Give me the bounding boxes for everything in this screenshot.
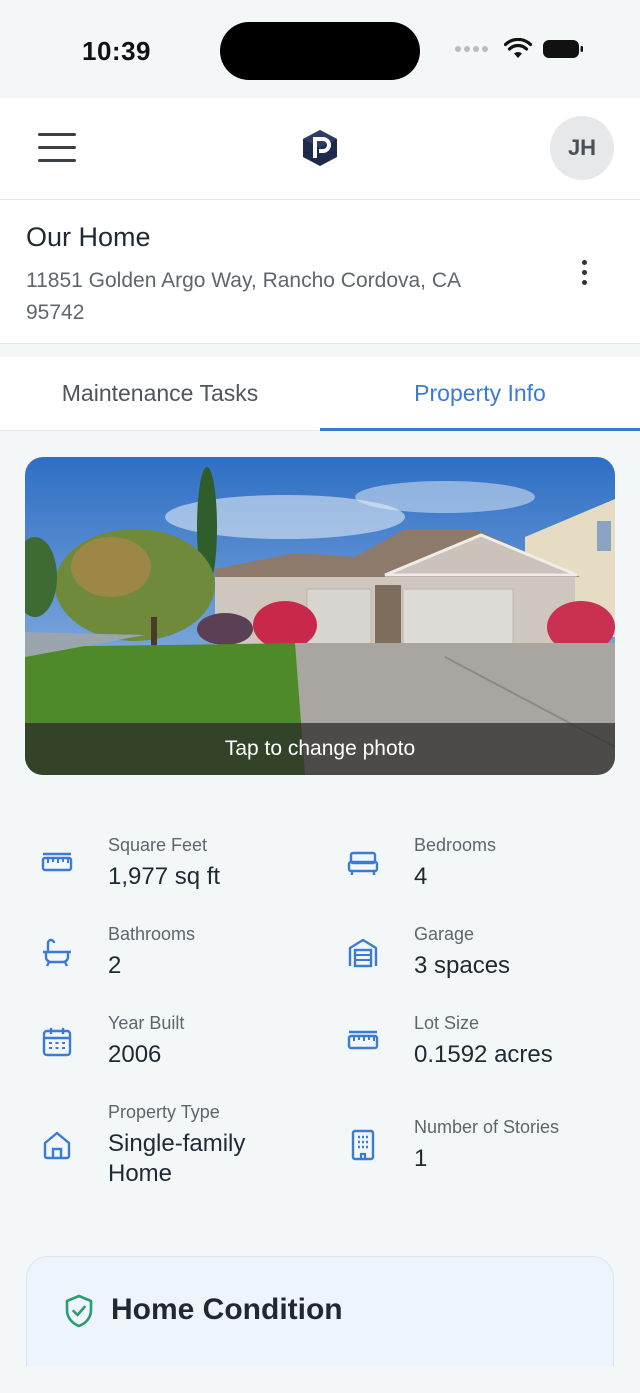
battery-icon: [543, 40, 583, 58]
house-icon: [43, 1131, 71, 1160]
info-label: Square Feet: [108, 835, 208, 855]
info-item-garage: Garage 3 spaces: [346, 908, 640, 997]
app-logo: [300, 128, 340, 168]
info-value: 1,977 sq ft: [108, 863, 221, 890]
info-item-square-feet: Square Feet 1,977 sq ft: [40, 819, 346, 908]
bathtub-icon: [43, 938, 71, 967]
avatar-initials: JH: [567, 135, 597, 160]
info-value: 1: [414, 1144, 428, 1172]
app-header: JH: [0, 98, 640, 200]
menu-button[interactable]: [38, 133, 76, 163]
home-condition-card[interactable]: Home Condition: [26, 1256, 614, 1366]
ruler-icon: [347, 1030, 379, 1049]
info-label: Bedrooms: [414, 835, 497, 855]
info-item-number-of-stories: Number of Stories 1: [346, 1086, 640, 1204]
signal-icon: [455, 46, 488, 52]
info-item-lot-size: Lot Size 0.1592 acres: [346, 997, 640, 1086]
ruler-icon: [41, 852, 73, 871]
info-value: Single-family Home: [108, 1129, 246, 1187]
tab-bar: Maintenance Tasks Property Info: [0, 357, 640, 431]
status-bar: 10:39: [0, 0, 640, 98]
building-icon: [351, 1129, 375, 1161]
tab-property-info[interactable]: Property Info: [320, 357, 640, 431]
info-label: Property Type: [108, 1101, 220, 1122]
info-item-bathrooms: Bathrooms 2: [40, 908, 346, 997]
info-value: 2006: [108, 1041, 162, 1068]
spacer: [0, 344, 640, 357]
home-title: Our Home: [26, 222, 151, 252]
status-time: 10:39: [82, 36, 151, 66]
avatar[interactable]: JH: [550, 116, 614, 180]
info-value: 3 spaces: [414, 952, 511, 979]
home-card: Our Home 11851 Golden Argo Way, Rancho C…: [0, 200, 640, 344]
info-value: 2: [108, 952, 122, 979]
info-label: Garage: [414, 924, 475, 944]
info-value: 4: [414, 863, 428, 890]
info-item-property-type: Property Type Single-family Home: [40, 1086, 346, 1204]
info-item-bedrooms: Bedrooms 4: [346, 819, 640, 908]
bed-icon: [347, 851, 379, 875]
status-indicators: [455, 38, 584, 60]
change-photo-overlay[interactable]: Tap to change photo: [25, 723, 615, 775]
tab-maintenance-tasks[interactable]: Maintenance Tasks: [0, 357, 320, 430]
property-info-grid: Square Feet 1,977 sq ft Bedrooms 4 Bathr…: [0, 775, 640, 1204]
info-label: Number of Stories: [414, 1116, 560, 1137]
home-condition-title: Home Condition: [111, 1293, 343, 1326]
property-photo[interactable]: Tap to change photo: [25, 457, 615, 775]
garage-icon: [348, 938, 378, 967]
wifi-icon: [504, 38, 532, 58]
info-label: Year Built: [108, 1013, 185, 1033]
info-item-year-built: Year Built 2006: [40, 997, 346, 1086]
home-address: 11851 Golden Argo Way, Rancho Cordova, C…: [26, 269, 460, 324]
info-value: 0.1592 acres: [414, 1041, 553, 1068]
more-options-button[interactable]: [582, 260, 592, 290]
dynamic-island: [220, 22, 420, 80]
change-photo-label: Tap to change photo: [224, 737, 416, 760]
shield-check-icon: [65, 1294, 93, 1328]
info-label: Lot Size: [414, 1013, 480, 1033]
calendar-icon: [42, 1027, 72, 1056]
info-label: Bathrooms: [108, 924, 196, 944]
